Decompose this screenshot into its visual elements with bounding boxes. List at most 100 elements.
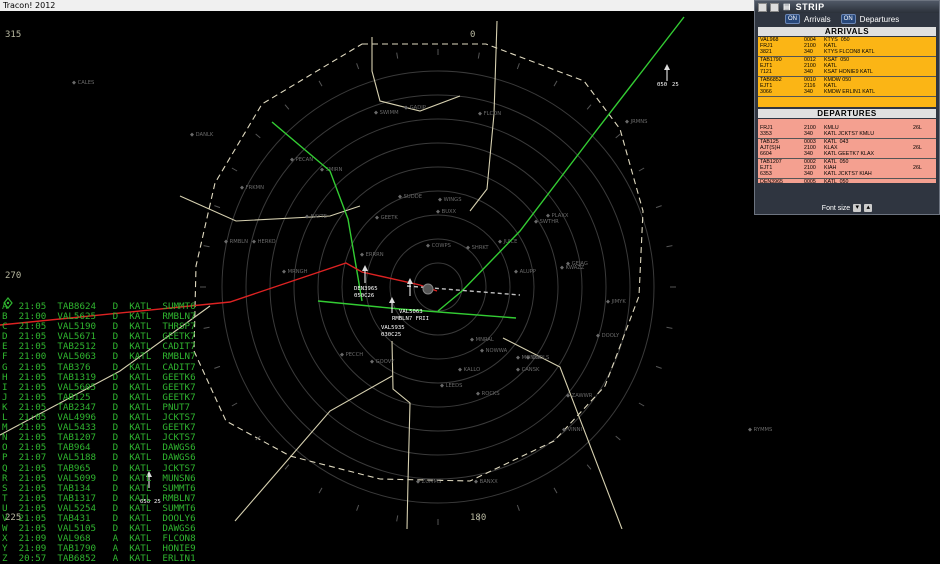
traffic-list-row[interactable]: Y 21:09 TAB1790 A KATL HONIE9 bbox=[2, 544, 196, 554]
fix-goovy[interactable]: ◆ GOOVY bbox=[370, 359, 395, 365]
fix-rocks[interactable]: ◆ ROCKS bbox=[476, 391, 500, 397]
departures-tab[interactable]: Departures bbox=[860, 15, 900, 24]
fix-banxx[interactable]: ◆ BANXX bbox=[474, 479, 498, 485]
fix-errrn[interactable]: ◆ ERRRN bbox=[360, 252, 384, 258]
fix-wings[interactable]: ◆ WINGS bbox=[438, 197, 462, 203]
strip-checkbox[interactable] bbox=[758, 2, 767, 12]
aircraft-ne[interactable]: 050 25 bbox=[657, 64, 679, 88]
arrival-strip[interactable]: VAL968 FRJ1 3821 0004 2100 340 KTYS 050 KATL KTY… bbox=[758, 37, 936, 57]
tag-callsign: VAL5935 bbox=[381, 325, 405, 331]
fix-buxx[interactable]: ◆ BUXX bbox=[436, 209, 457, 215]
fix-sudde[interactable]: ◆ SUDDE bbox=[398, 194, 422, 200]
fix-cowps[interactable]: ◆ COWPS bbox=[426, 243, 451, 249]
fix-mrngh[interactable]: ◆ MRNGH bbox=[282, 269, 308, 275]
strip-c4: 26L bbox=[913, 139, 933, 158]
fix-bayte[interactable]: ◆ BAYTE bbox=[305, 214, 327, 220]
strip-checkbox-2[interactable] bbox=[770, 2, 779, 12]
compass-tick bbox=[516, 504, 520, 511]
strip-field bbox=[913, 151, 933, 157]
font-size-decrease-button[interactable]: ▾ bbox=[853, 204, 862, 212]
fix-gadip[interactable]: ◆ GADIP bbox=[404, 105, 426, 111]
traffic-list-row[interactable]: X 21:09 VAL968 A KATL FLCON8 bbox=[2, 534, 196, 544]
traffic-list[interactable]: A 21:05 TAB8624 D KATL SUMMT6 B 21:00 VAL… bbox=[2, 301, 196, 564]
departure-strip[interactable]: TAB1207 EJT1 6353 0002 2100 340 KATL 050 KIAH KA… bbox=[758, 159, 936, 179]
departures-header: DEPARTURES bbox=[758, 109, 936, 118]
fix-leeds[interactable]: ◆ LEEDS bbox=[440, 383, 462, 389]
strip-c3: KTYS 050 KATL KTYS FLCON8 KATL bbox=[824, 37, 884, 56]
svg-text:◆ ALUPP: ◆ ALUPP bbox=[514, 269, 536, 275]
fix-cales[interactable]: ◆ CALES bbox=[72, 80, 94, 86]
fix-plaxx[interactable]: ◆ PLAXX bbox=[546, 213, 569, 219]
fix-nowwa[interactable]: ◆ NOWWA bbox=[480, 348, 508, 354]
svg-text:◆ GOOVY: ◆ GOOVY bbox=[370, 359, 395, 365]
boundary-line-s bbox=[391, 340, 411, 529]
tag-data: 030C25 bbox=[381, 332, 401, 338]
svg-text:◆ GADIP: ◆ GADIP bbox=[404, 105, 426, 111]
traffic-list-row[interactable]: Z 20:57 TAB6852 A KATL ERLIN1 bbox=[2, 554, 196, 564]
strip-field: KATL JCKTS7 KMLU bbox=[824, 131, 875, 138]
fix-kwazz[interactable]: ◆ KWAZZ bbox=[560, 265, 585, 271]
fix-jimyk[interactable]: ◆ JIMYK bbox=[606, 299, 626, 305]
tag-callsign: DEN3965 bbox=[354, 286, 378, 292]
fix-smirn[interactable]: ◆ SMIRN bbox=[320, 167, 343, 173]
range-ring bbox=[293, 142, 583, 432]
departures-list[interactable]: FRJ1 3353 2100 340 KMLU KATL JCKTS7 KMLU 26L TA… bbox=[758, 119, 936, 183]
strip-field: KATL JCKTS7 KIAH bbox=[824, 171, 872, 178]
fix-geetk[interactable]: ◆ GEETK bbox=[375, 215, 398, 221]
departure-strip[interactable]: DEN3965FRJ11716 00052100340KATL 050KHOU 26… bbox=[758, 179, 936, 183]
fix-zawwr[interactable]: ◆ ZAWWR bbox=[566, 393, 593, 399]
compass-tick bbox=[318, 487, 323, 494]
fix-pecch[interactable]: ◆ PECCH bbox=[340, 352, 363, 358]
strip-c4: 26L bbox=[913, 179, 933, 183]
arrivals-tab[interactable]: Arrivals bbox=[804, 15, 831, 24]
fix-zumms[interactable]: ◆ ZUMMS bbox=[416, 479, 441, 485]
fix-cndls[interactable]: ◆ CNDLS bbox=[526, 355, 549, 361]
fix-jrmns[interactable]: ◆ JRMNS bbox=[625, 119, 647, 125]
fix-swthr[interactable]: ◆ SWTHR bbox=[534, 219, 559, 225]
fix-pecan[interactable]: ◆ PECAN bbox=[290, 157, 313, 163]
fix-rmbln[interactable]: ◆ RMBLN bbox=[224, 239, 248, 245]
strip-field: 3353 bbox=[760, 131, 772, 138]
strip-field bbox=[913, 179, 933, 183]
compass-tick bbox=[318, 80, 323, 87]
strip-field: KTYS FLCON8 KATL bbox=[824, 49, 875, 56]
font-size-increase-button[interactable]: ▴ bbox=[864, 204, 873, 212]
svg-text:◆ ZAWWR: ◆ ZAWWR bbox=[566, 393, 593, 399]
svg-text:◆ RMBLN: ◆ RMBLN bbox=[224, 239, 248, 245]
arrival-strip[interactable]: TAB6852 EJT1 3066 0010 2116 340 KMDW 050 KATL KM… bbox=[758, 77, 936, 97]
strip-field: 340 bbox=[804, 49, 813, 56]
fix-mnral[interactable]: ◆ MNRAL bbox=[470, 337, 494, 343]
fix-frkmn[interactable]: ◆ FRKMN bbox=[240, 185, 264, 191]
compass-tick bbox=[516, 63, 520, 70]
departure-strip[interactable]: TAB125 AJT(S)H 6604 0003 2100 340 KATL 043 KLAX… bbox=[758, 139, 936, 159]
fix-alupp[interactable]: ◆ ALUPP bbox=[514, 269, 536, 275]
svg-text:◆ RYMMS: ◆ RYMMS bbox=[748, 427, 772, 433]
fix-rymms[interactable]: ◆ RYMMS bbox=[748, 427, 772, 433]
fix-dooly[interactable]: ◆ DOOLY bbox=[596, 333, 620, 339]
traffic-list-row[interactable]: P 21:07 VAL5188 D KATL DAWGS6 bbox=[2, 453, 196, 463]
flight-strip-panel[interactable]: ▤ STRIP ON Arrivals ON Departures ARRIVA… bbox=[754, 0, 940, 215]
strip-c1: TAB6852 EJT1 3066 bbox=[760, 77, 798, 96]
boundary-line-n bbox=[371, 37, 461, 112]
compass-tick bbox=[477, 52, 480, 59]
strip-field: 6353 bbox=[760, 171, 772, 178]
fix-cansk[interactable]: ◆ CANSK bbox=[516, 367, 540, 373]
strip-c2: 0012 2100 340 bbox=[804, 57, 824, 76]
compass-tick bbox=[255, 133, 261, 139]
arrival-strip[interactable]: TAB1790 EJT1 7121 0012 2100 340 KSAT 050 KATL KS… bbox=[758, 57, 936, 77]
arrivals-list[interactable]: VAL968 FRJ1 3821 0004 2100 340 KTYS 050 KATL KTY… bbox=[758, 37, 936, 107]
traffic-list-row[interactable]: W 21:05 VAL5105 D KATL DAWGS6 bbox=[2, 523, 196, 534]
tag-callsign: VAL5063 bbox=[399, 309, 423, 315]
departure-strip[interactable]: FRJ1 3353 2100 340 KMLU KATL JCKTS7 KMLU 26L bbox=[758, 119, 936, 139]
fix-kallo[interactable]: ◆ KALLO bbox=[458, 367, 480, 373]
fix-flcon[interactable]: ◆ FLCON bbox=[478, 111, 501, 117]
compass-tick bbox=[553, 487, 558, 494]
fix-shrkt[interactable]: ◆ SHRKT bbox=[466, 245, 489, 251]
fix-danlk[interactable]: ◆ DANLK bbox=[190, 132, 214, 138]
fix-swimm[interactable]: ◆ SWIMM bbox=[374, 110, 399, 116]
aircraft-val5063[interactable]: VAL5063 RMBLN7 FRII bbox=[392, 278, 429, 322]
fix-herko[interactable]: ◆ HERKO bbox=[252, 239, 276, 245]
arrivals-toggle[interactable]: ON bbox=[785, 14, 800, 24]
departures-toggle[interactable]: ON bbox=[840, 14, 856, 24]
fix-vinni[interactable]: ◆ VINNI bbox=[562, 427, 582, 433]
